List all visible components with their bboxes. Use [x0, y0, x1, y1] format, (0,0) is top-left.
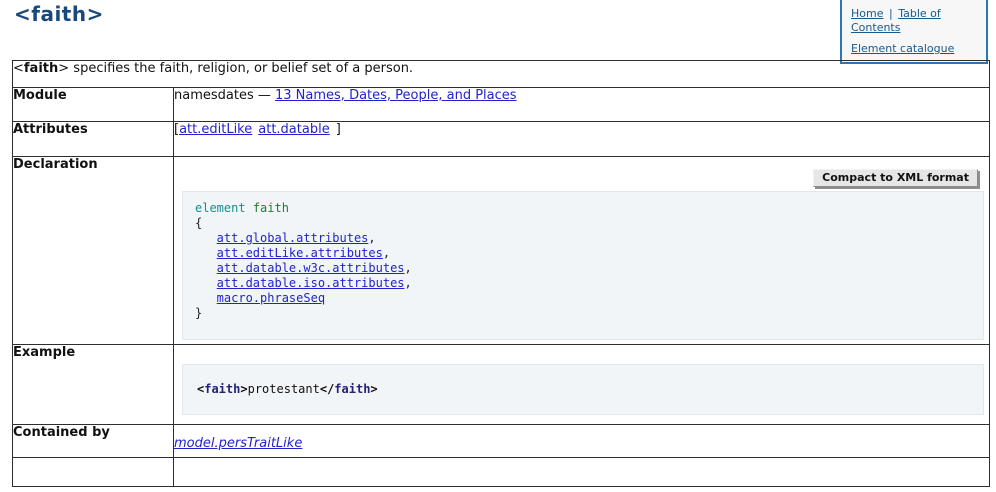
att-datable-w3c-attributes-link[interactable]: att.datable.w3c.attributes — [217, 261, 405, 275]
example-close-bracket: </ — [320, 382, 334, 396]
example-close-end: > — [370, 382, 377, 396]
element-tag: <faith> — [13, 61, 69, 76]
nav-line-2: Element catalogue — [851, 42, 980, 56]
tag-name: faith — [24, 61, 58, 76]
code-comma: , — [383, 246, 390, 260]
example-content: protestant — [248, 382, 320, 396]
nav-home-link[interactable]: Home — [851, 7, 883, 20]
code-comma: , — [405, 276, 412, 290]
att-datable-iso-attributes-link[interactable]: att.datable.iso.attributes — [217, 276, 405, 290]
code-comma: , — [405, 261, 412, 275]
contained-by-value-cell: model.persTraitLike — [174, 425, 990, 458]
description-row: <faith> specifies the faith, religion, o… — [13, 61, 990, 88]
code-line-member: att.datable.w3c.attributes, — [217, 261, 975, 276]
contained-by-row: Contained by model.persTraitLike — [13, 425, 990, 458]
example-open-end: > — [240, 382, 247, 396]
code-line-close-brace: } — [195, 306, 975, 321]
module-value-cell: namesdates — 13 Names, Dates, People, an… — [174, 88, 990, 122]
declaration-code-block: element faith { att.global.attributes, a… — [182, 191, 984, 340]
nav-line-1: Home | Table of Contents — [851, 7, 980, 35]
declaration-row: Declaration Compact to XML format elemen… — [13, 157, 990, 345]
element-spec-table: <faith> specifies the faith, religion, o… — [12, 60, 990, 487]
code-line-member: macro.phraseSeq — [217, 291, 975, 306]
macro-phraseseq-link[interactable]: macro.phraseSeq — [217, 291, 325, 305]
tag-open-bracket: < — [13, 61, 24, 76]
example-cell: <faith>protestant</faith> — [174, 345, 990, 425]
example-open-tag-name: faith — [204, 382, 240, 396]
nav-element-catalogue-link[interactable]: Element catalogue — [851, 42, 954, 55]
truncated-value-cell — [174, 458, 990, 487]
declaration-cell: Compact to XML format element faith { at… — [174, 157, 990, 345]
truncated-row — [13, 458, 990, 487]
code-line-member: att.datable.iso.attributes, — [217, 276, 975, 291]
att-datable-link[interactable]: att.datable — [258, 122, 329, 137]
nav-separator: | — [889, 7, 893, 20]
tag-close-bracket: > — [58, 61, 69, 76]
code-line-member: att.editLike.attributes, — [217, 246, 975, 261]
attributes-close-bracket: ] — [336, 122, 341, 137]
code-line-open-brace: { — [195, 216, 975, 231]
example-row: Example <faith>protestant</faith> — [13, 345, 990, 425]
att-editlike-link[interactable]: att.editLike — [179, 122, 252, 137]
description-text: specifies the faith, religion, or belief… — [69, 61, 413, 76]
module-chapter-link[interactable]: 13 Names, Dates, People, and Places — [275, 88, 517, 103]
module-name: namesdates — — [174, 88, 275, 103]
att-editlike-attributes-link[interactable]: att.editLike.attributes — [217, 246, 383, 260]
rnc-keyword: element — [195, 201, 246, 215]
nav-box: Home | Table of Contents Element catalog… — [840, 0, 988, 64]
page-title: <faith> — [14, 2, 104, 26]
model-perstraitlike-link[interactable]: model.persTraitLike — [174, 436, 302, 451]
attributes-label: Attributes — [13, 122, 174, 157]
attributes-row: Attributes [att.editLikeatt.datable] — [13, 122, 990, 157]
module-row: Module namesdates — 13 Names, Dates, Peo… — [13, 88, 990, 122]
rnc-element-name: faith — [253, 201, 289, 215]
code-line-element: element faith — [195, 201, 975, 216]
truncated-label-cell — [13, 458, 174, 487]
attributes-value-cell: [att.editLikeatt.datable] — [174, 122, 990, 157]
example-code-block: <faith>protestant</faith> — [182, 364, 984, 415]
example-label: Example — [13, 345, 174, 425]
module-label: Module — [13, 88, 174, 122]
declaration-toolbar: Compact to XML format — [174, 169, 978, 188]
page: <faith> Home | Table of Contents Element… — [0, 0, 996, 492]
code-comma: , — [368, 231, 375, 245]
att-global-attributes-link[interactable]: att.global.attributes — [217, 231, 369, 245]
declaration-label: Declaration — [13, 157, 174, 345]
code-line-member: att.global.attributes, — [217, 231, 975, 246]
description-cell: <faith> specifies the faith, religion, o… — [13, 61, 990, 88]
contained-by-label: Contained by — [13, 425, 174, 458]
example-close-tag-name: faith — [334, 382, 370, 396]
compact-to-xml-button[interactable]: Compact to XML format — [813, 169, 978, 187]
